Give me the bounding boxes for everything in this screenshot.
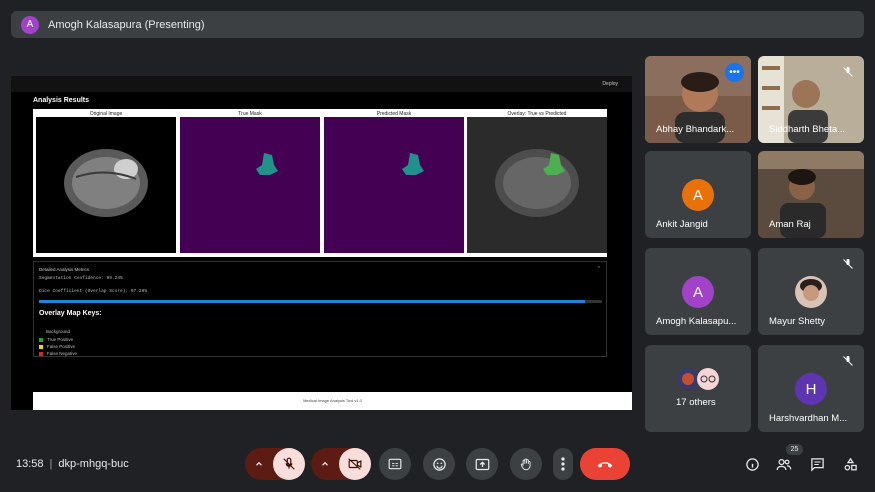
participant-tile-others[interactable]: 17 others bbox=[645, 345, 751, 432]
participant-tile[interactable]: Siddharth Bheta... bbox=[758, 56, 864, 143]
meeting-code: dkp-mhgq-buc bbox=[58, 458, 129, 470]
app-header: Deploy bbox=[11, 76, 632, 92]
figure-panel: Original Image True Mask Predicted Mask bbox=[33, 109, 607, 257]
deploy-button: Deploy bbox=[602, 81, 618, 87]
chat-icon bbox=[810, 457, 824, 472]
more-options-button[interactable] bbox=[553, 448, 573, 480]
participant-tile[interactable]: H Harshvardhan M... bbox=[758, 345, 864, 432]
participant-tile[interactable]: ••• Abhay Bhandark... bbox=[645, 56, 751, 143]
mic-off-icon bbox=[283, 457, 295, 470]
captions-icon bbox=[388, 458, 402, 470]
chevron-up-icon bbox=[256, 461, 262, 466]
true-mask-image bbox=[180, 117, 320, 253]
analysis-title: Analysis Results bbox=[33, 97, 90, 104]
brain-mri-image bbox=[36, 117, 176, 253]
detailed-metrics: Detailed Analysis Metrics ⌃ Segmentation… bbox=[33, 261, 607, 357]
end-call-button[interactable] bbox=[580, 448, 630, 480]
legend-label: False Negative bbox=[47, 351, 78, 356]
shared-screen: Deploy Analysis Results Original Image T… bbox=[11, 76, 632, 410]
camera-options-button[interactable] bbox=[311, 448, 339, 480]
legend-swatch bbox=[39, 351, 43, 356]
participant-tile[interactable]: Aman Raj bbox=[758, 151, 864, 238]
mic-toggle-button[interactable] bbox=[273, 448, 305, 480]
figure-predicted-mask: Predicted Mask bbox=[324, 111, 464, 253]
present-icon bbox=[475, 458, 489, 470]
meeting-details-button[interactable] bbox=[744, 456, 760, 472]
overlay-image bbox=[467, 117, 607, 253]
camera-control-group bbox=[311, 448, 371, 480]
participant-name: Harshvardhan M... bbox=[769, 413, 848, 424]
legend-item-false-positive: False Positive bbox=[39, 344, 75, 349]
participant-tile[interactable]: A Ankit Jangid bbox=[645, 151, 751, 238]
chevron-up-icon[interactable]: ⌃ bbox=[597, 266, 601, 272]
meeting-info: 13:58 | dkp-mhgq-buc bbox=[16, 458, 129, 470]
participant-name: Ankit Jangid bbox=[656, 219, 708, 230]
others-avatars bbox=[677, 368, 719, 390]
mic-off-icon bbox=[841, 354, 855, 368]
legend-swatch bbox=[39, 344, 43, 349]
participant-photo bbox=[795, 276, 827, 308]
legend-item-true-positive: True Positive bbox=[39, 337, 73, 342]
details-title[interactable]: Detailed Analysis Metrics bbox=[39, 267, 89, 272]
legend-item-false-negative: False Negative bbox=[39, 351, 77, 356]
presenter-avatar: A bbox=[21, 15, 39, 34]
participant-name: Abhay Bhandark... bbox=[656, 124, 735, 135]
mic-control-group bbox=[245, 448, 305, 480]
participant-name: Aman Raj bbox=[769, 219, 811, 230]
present-button[interactable] bbox=[466, 448, 498, 480]
raise-hand-button[interactable] bbox=[510, 448, 542, 480]
camera-off-icon bbox=[348, 458, 362, 470]
people-button[interactable] bbox=[776, 456, 792, 472]
chat-button[interactable] bbox=[809, 456, 825, 472]
legend-label: True Positive bbox=[47, 337, 74, 342]
participant-avatar: H bbox=[795, 373, 827, 405]
participant-name: Amogh Kalasapu... bbox=[656, 316, 737, 327]
people-icon bbox=[776, 458, 792, 470]
participant-avatar: A bbox=[682, 276, 714, 308]
mic-options-button[interactable] bbox=[245, 448, 273, 480]
figure-overlay: Overlay: True vs Predicted bbox=[467, 111, 607, 253]
presenter-title: Amogh Kalasapura (Presenting) bbox=[48, 18, 205, 31]
participant-tile[interactable]: Mayur Shetty bbox=[758, 248, 864, 335]
emoji-icon bbox=[432, 457, 446, 471]
participant-avatar: A bbox=[682, 179, 714, 211]
separator: | bbox=[49, 458, 53, 470]
mic-off-icon bbox=[841, 257, 855, 271]
participant-name: Siddharth Bheta... bbox=[769, 124, 846, 135]
more-vert-icon bbox=[561, 457, 565, 471]
activities-button[interactable] bbox=[842, 456, 858, 472]
captions-button[interactable] bbox=[379, 448, 411, 480]
dice-coefficient: Dice Coefficient (Overlap Score): 97.28% bbox=[39, 289, 148, 294]
mic-off-icon bbox=[841, 65, 855, 79]
app-footer: Medical Image Analysis Tool v1.0 bbox=[33, 392, 632, 410]
people-count-badge: 25 bbox=[786, 444, 803, 455]
more-options-icon[interactable]: ••• bbox=[725, 63, 744, 82]
raise-hand-icon bbox=[520, 457, 531, 470]
participant-tile[interactable]: A Amogh Kalasapu... bbox=[645, 248, 751, 335]
segmentation-confidence: Segmentation Confidence: 99.24% bbox=[39, 276, 123, 281]
progress-fill bbox=[39, 300, 586, 303]
figure-true-mask: True Mask bbox=[180, 111, 320, 253]
legend-swatch bbox=[39, 337, 43, 342]
others-count: 17 others bbox=[676, 397, 716, 408]
participant-name: Mayur Shetty bbox=[769, 316, 825, 327]
footer-text: Medical Image Analysis Tool v1.0 bbox=[303, 398, 362, 403]
predicted-mask-image bbox=[324, 117, 464, 253]
info-icon bbox=[745, 457, 759, 471]
figure-original-image: Original Image bbox=[36, 111, 176, 253]
end-call-icon bbox=[597, 462, 613, 468]
chevron-up-icon bbox=[322, 461, 328, 466]
camera-toggle-button[interactable] bbox=[339, 448, 371, 480]
clock: 13:58 bbox=[16, 458, 44, 470]
legend-heading: Background bbox=[46, 329, 71, 334]
legend-label: False Positive bbox=[47, 344, 76, 349]
presenter-bar: A Amogh Kalasapura (Presenting) bbox=[11, 11, 864, 38]
overlay-keys-title: Overlay Map Keys: bbox=[39, 310, 102, 317]
activities-icon bbox=[844, 457, 857, 470]
emoji-button[interactable] bbox=[423, 448, 455, 480]
dice-progress-bar bbox=[39, 300, 602, 303]
